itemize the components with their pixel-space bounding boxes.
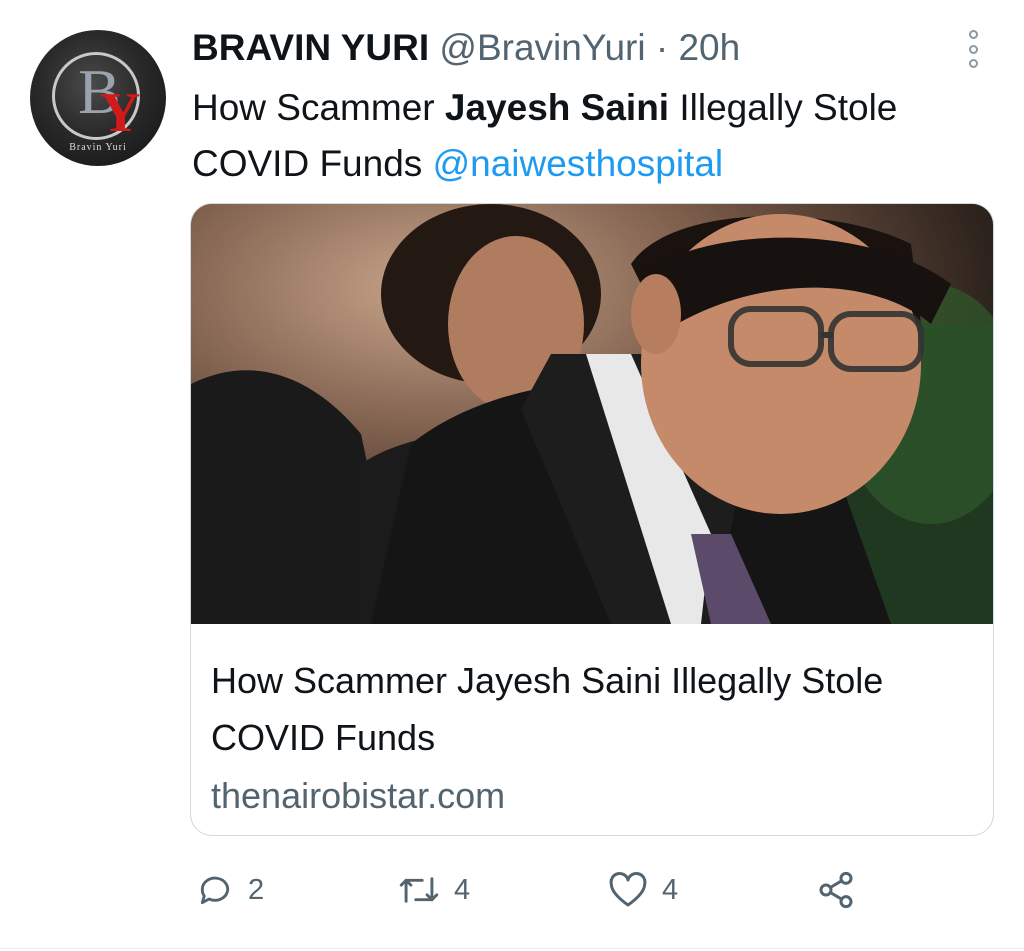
more-dot: [968, 59, 978, 68]
timestamp[interactable]: 20h: [678, 27, 740, 68]
tweet-text: How Scammer Jayesh Saini Illegally Stole…: [192, 80, 972, 192]
more-icon[interactable]: [966, 30, 980, 68]
tweet-text-part1: How Scammer: [192, 87, 445, 128]
reply-button[interactable]: 2: [196, 868, 264, 912]
tweet-header: BRAVIN YURI @BravinYuri · 20h: [192, 26, 740, 70]
reply-count: 2: [248, 873, 265, 906]
separator: ·: [655, 27, 669, 68]
mention-link[interactable]: @naiwesthospital: [433, 143, 724, 184]
more-dot: [968, 30, 978, 39]
retweet-icon: [398, 871, 440, 909]
display-name[interactable]: BRAVIN YURI: [192, 27, 429, 68]
share-button[interactable]: [816, 868, 856, 912]
card-photo: [191, 204, 993, 624]
like-button[interactable]: 4: [608, 868, 678, 912]
like-count: 4: [662, 873, 679, 906]
tweet-text-bold: Jayesh Saini: [444, 87, 670, 128]
avatar-brand-text: Bravin Yuri: [69, 142, 127, 153]
action-bar: 2 4 4: [0, 868, 1024, 912]
link-card[interactable]: How Scammer Jayesh Saini Illegally Stole…: [190, 203, 994, 836]
retweet-count: 4: [454, 873, 471, 906]
share-icon: [816, 870, 856, 910]
divider: [0, 948, 1024, 949]
avatar-letter-y: Y: [100, 82, 141, 144]
card-title[interactable]: How Scammer Jayesh Saini Illegally Stole…: [211, 652, 971, 766]
card-domain[interactable]: thenairobistar.com: [211, 766, 971, 826]
reply-icon: [196, 871, 234, 909]
card-image[interactable]: [191, 204, 993, 624]
card-meta[interactable]: How Scammer Jayesh Saini Illegally Stole…: [211, 652, 971, 826]
avatar[interactable]: B Y Bravin Yuri: [30, 30, 166, 166]
like-icon: [608, 871, 648, 909]
handle[interactable]: @BravinYuri: [439, 27, 645, 68]
more-dot: [968, 44, 978, 54]
retweet-button[interactable]: 4: [398, 868, 470, 912]
